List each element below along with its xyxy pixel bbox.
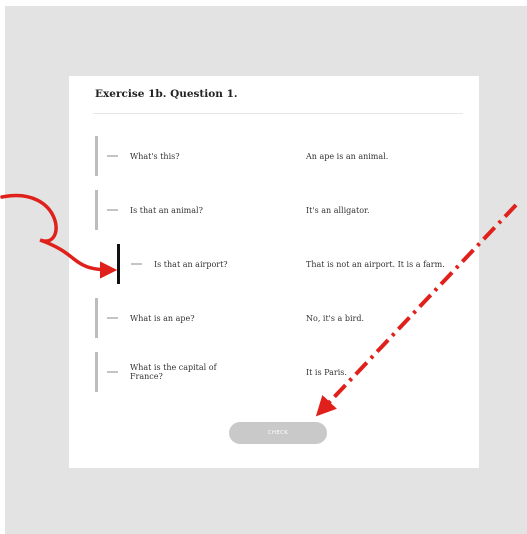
- annotation-overlay: [0, 193, 518, 417]
- dashed-arrow-annotation: [315, 203, 518, 417]
- curved-arrow-annotation: [0, 193, 118, 279]
